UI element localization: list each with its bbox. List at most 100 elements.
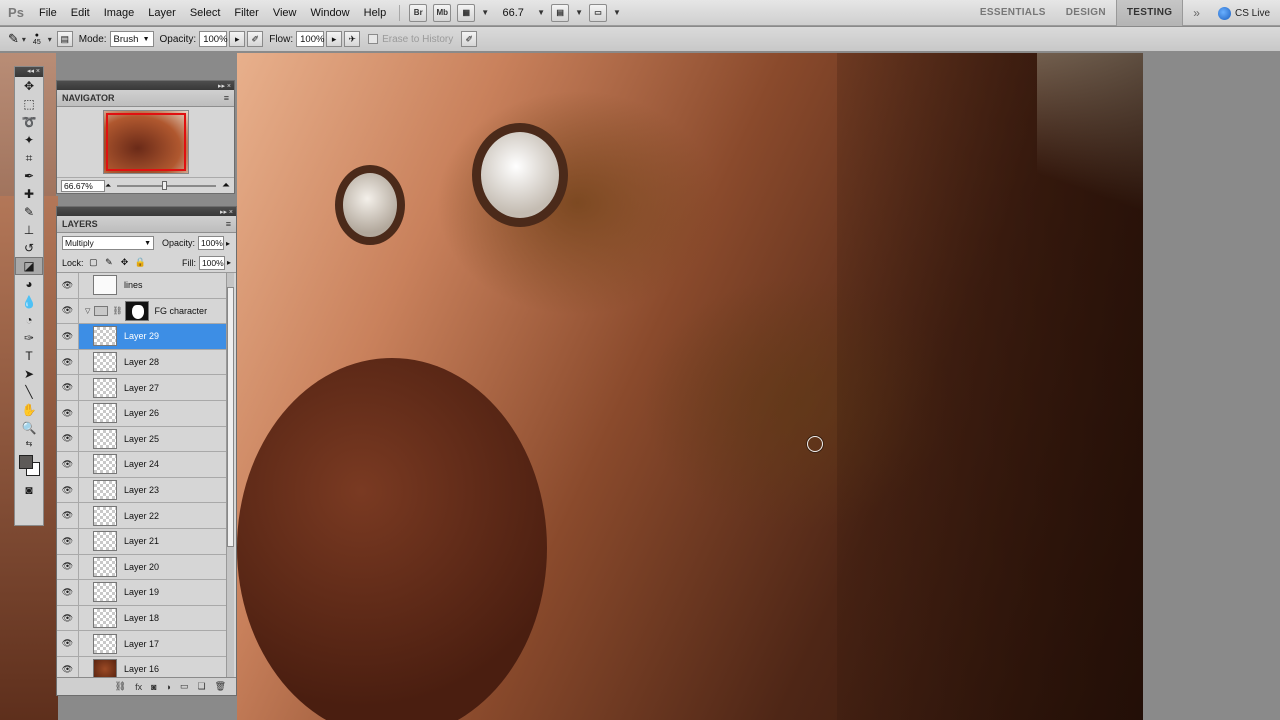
menu-window[interactable]: Window — [304, 0, 357, 26]
line-tool-icon[interactable]: ╲ — [15, 383, 43, 401]
brush-preset-picker[interactable]: ● 45 — [33, 32, 41, 46]
tool-preset-chevron-icon[interactable]: ▾ — [22, 35, 26, 44]
quick-mask-icon[interactable]: ◙ — [15, 481, 43, 499]
layer-row-layer-18[interactable]: 👁 Layer 18 — [57, 605, 227, 632]
collapse-icon[interactable]: ▸▸ × — [220, 208, 233, 216]
visibility-eye-icon[interactable]: 👁 — [57, 656, 79, 679]
menu-file[interactable]: File — [32, 0, 64, 26]
opacity-field[interactable]: 100% — [199, 31, 228, 47]
mode-select[interactable]: Brush ▼ — [109, 31, 154, 47]
layer-row-layer-17[interactable]: 👁 Layer 17 — [57, 631, 227, 657]
visibility-eye-icon[interactable]: 👁 — [57, 554, 79, 580]
pen-tool-icon[interactable]: ✑ — [15, 329, 43, 347]
new-group-icon[interactable]: ▭ — [180, 681, 189, 692]
layer-group-fg-character[interactable]: 👁 ▽ ⛓ FG character — [57, 298, 227, 325]
collapse-icon[interactable]: ▸▸ × — [218, 82, 231, 90]
paint-bucket-tool-icon[interactable]: ◕ — [15, 275, 43, 293]
erase-to-history-checkbox[interactable] — [368, 34, 379, 44]
type-tool-icon[interactable]: T — [15, 347, 43, 365]
menu-help[interactable]: Help — [357, 0, 394, 26]
layer-row-layer-27[interactable]: 👁 Layer 27 — [57, 375, 227, 401]
chevron-right-icon[interactable]: ▸ — [227, 258, 231, 267]
cs-live-button[interactable]: CS Live — [1210, 6, 1280, 20]
chevron-right-icon[interactable]: ▸ — [226, 239, 230, 248]
lock-position-icon[interactable]: ✥ — [119, 257, 131, 269]
layer-row-layer-26[interactable]: 👁 Layer 26 — [57, 400, 227, 427]
layer-row-lines[interactable]: 👁 lines — [57, 273, 227, 299]
blur-tool-icon[interactable]: 💧 — [15, 293, 43, 311]
brush-preset-chevron-icon[interactable]: ▾ — [48, 35, 52, 44]
workspace-testing[interactable]: TESTING — [1115, 0, 1184, 26]
visibility-eye-icon[interactable]: 👁 — [57, 324, 79, 349]
collapse-icon[interactable]: ◂◂ × — [27, 68, 40, 75]
arrange-documents-button[interactable]: ▤ — [551, 3, 570, 22]
flow-field[interactable]: 100% — [296, 31, 324, 47]
chevron-down-icon[interactable]: ▼ — [613, 8, 621, 17]
menu-filter[interactable]: Filter — [227, 0, 265, 26]
swap-colors-icon[interactable]: ⇆ — [15, 437, 43, 449]
navigator-tab[interactable]: NAVIGATOR ≡ — [57, 90, 234, 107]
layers-tab[interactable]: LAYERS ≡ — [57, 216, 236, 233]
workspace-essentials[interactable]: ESSENTIALS — [970, 0, 1056, 26]
lasso-tool-icon[interactable]: ➰ — [15, 113, 43, 131]
fill-field[interactable]: 100% — [198, 255, 225, 270]
menu-image[interactable]: Image — [97, 0, 142, 26]
document-canvas[interactable] — [237, 53, 1143, 720]
foreground-color-swatch[interactable] — [19, 455, 33, 469]
chevron-down-icon[interactable]: ▼ — [575, 8, 583, 17]
visibility-eye-icon[interactable]: 👁 — [57, 580, 79, 605]
group-expand-chevron-icon[interactable]: ▽ — [85, 307, 90, 315]
layers-panel-topbar[interactable]: ▸▸ × — [57, 207, 236, 216]
layer-row-layer-21[interactable]: 👁 Layer 21 — [57, 528, 227, 555]
visibility-eye-icon[interactable]: 👁 — [57, 400, 79, 426]
navigator-zoom-slider[interactable] — [117, 180, 216, 190]
delete-layer-icon[interactable]: 🗑 — [215, 681, 226, 692]
mini-bridge-button[interactable]: Mb — [433, 3, 452, 22]
navigator-panel-topbar[interactable]: ▸▸ × — [57, 81, 234, 90]
eyedropper-tool-icon[interactable]: ✒ — [15, 167, 43, 185]
history-brush-tool-icon[interactable]: ↺ — [15, 239, 43, 257]
add-mask-icon[interactable]: ◙ — [151, 682, 156, 692]
brush-tool-icon[interactable]: ✎ — [15, 203, 43, 221]
eraser-tool-icon[interactable]: ◪ — [15, 257, 43, 275]
visibility-eye-icon[interactable]: 👁 — [57, 503, 79, 528]
brush-panel-toggle[interactable]: ▤ — [56, 31, 73, 47]
zoom-out-icon[interactable]: ⏶ — [105, 181, 111, 191]
lock-pixels-icon[interactable]: ✎ — [103, 257, 115, 269]
chevron-down-icon[interactable]: ▼ — [537, 8, 545, 17]
visibility-eye-icon[interactable]: 👁 — [57, 273, 79, 298]
path-selection-tool-icon[interactable]: ➤ — [15, 365, 43, 383]
new-layer-icon[interactable]: ❏ — [197, 681, 205, 692]
visibility-eye-icon[interactable]: 👁 — [57, 298, 79, 324]
panel-menu-icon[interactable]: ≡ — [224, 93, 229, 103]
clone-stamp-tool-icon[interactable]: ⊥ — [15, 221, 43, 239]
layer-row-layer-19[interactable]: 👁 Layer 19 — [57, 580, 227, 606]
lock-transparency-icon[interactable]: ▢ — [88, 257, 100, 269]
visibility-eye-icon[interactable]: 👁 — [57, 477, 79, 503]
menu-edit[interactable]: Edit — [64, 0, 97, 26]
link-layers-icon[interactable]: ⛓ — [115, 681, 126, 692]
marquee-tool-icon[interactable]: ⬚ — [15, 95, 43, 113]
workspace-design[interactable]: DESIGN — [1056, 0, 1116, 26]
menu-view[interactable]: View — [266, 0, 304, 26]
visibility-eye-icon[interactable]: 👁 — [57, 605, 79, 631]
visibility-eye-icon[interactable]: 👁 — [57, 452, 79, 477]
move-tool-icon[interactable]: ✥ — [15, 77, 43, 95]
crop-tool-icon[interactable]: ⌗ — [15, 149, 43, 167]
opacity-slider-toggle[interactable]: ▸ — [229, 31, 246, 47]
visibility-eye-icon[interactable]: 👁 — [57, 528, 79, 554]
chevron-down-icon[interactable]: ▼ — [481, 8, 489, 17]
zoom-in-icon[interactable]: ⏶ — [222, 180, 230, 191]
menu-layer[interactable]: Layer — [141, 0, 183, 26]
layer-row-layer-16[interactable]: 👁 Layer 16 — [57, 656, 227, 679]
layer-row-layer-23[interactable]: 👁 Layer 23 — [57, 477, 227, 504]
visibility-eye-icon[interactable]: 👁 — [57, 375, 79, 400]
flow-slider-toggle[interactable]: ▸ — [326, 31, 343, 47]
tablet-pressure-size-button[interactable]: ✐ — [461, 31, 478, 47]
layer-opacity-field[interactable]: 100% — [198, 236, 225, 250]
zoom-level-field[interactable]: 66.7 — [496, 7, 530, 19]
layer-row-layer-24[interactable]: 👁 Layer 24 — [57, 452, 227, 478]
lock-all-icon[interactable]: 🔒 — [134, 257, 146, 269]
airbrush-button[interactable]: ✈ — [344, 31, 361, 47]
navigator-view-box[interactable] — [105, 113, 186, 171]
